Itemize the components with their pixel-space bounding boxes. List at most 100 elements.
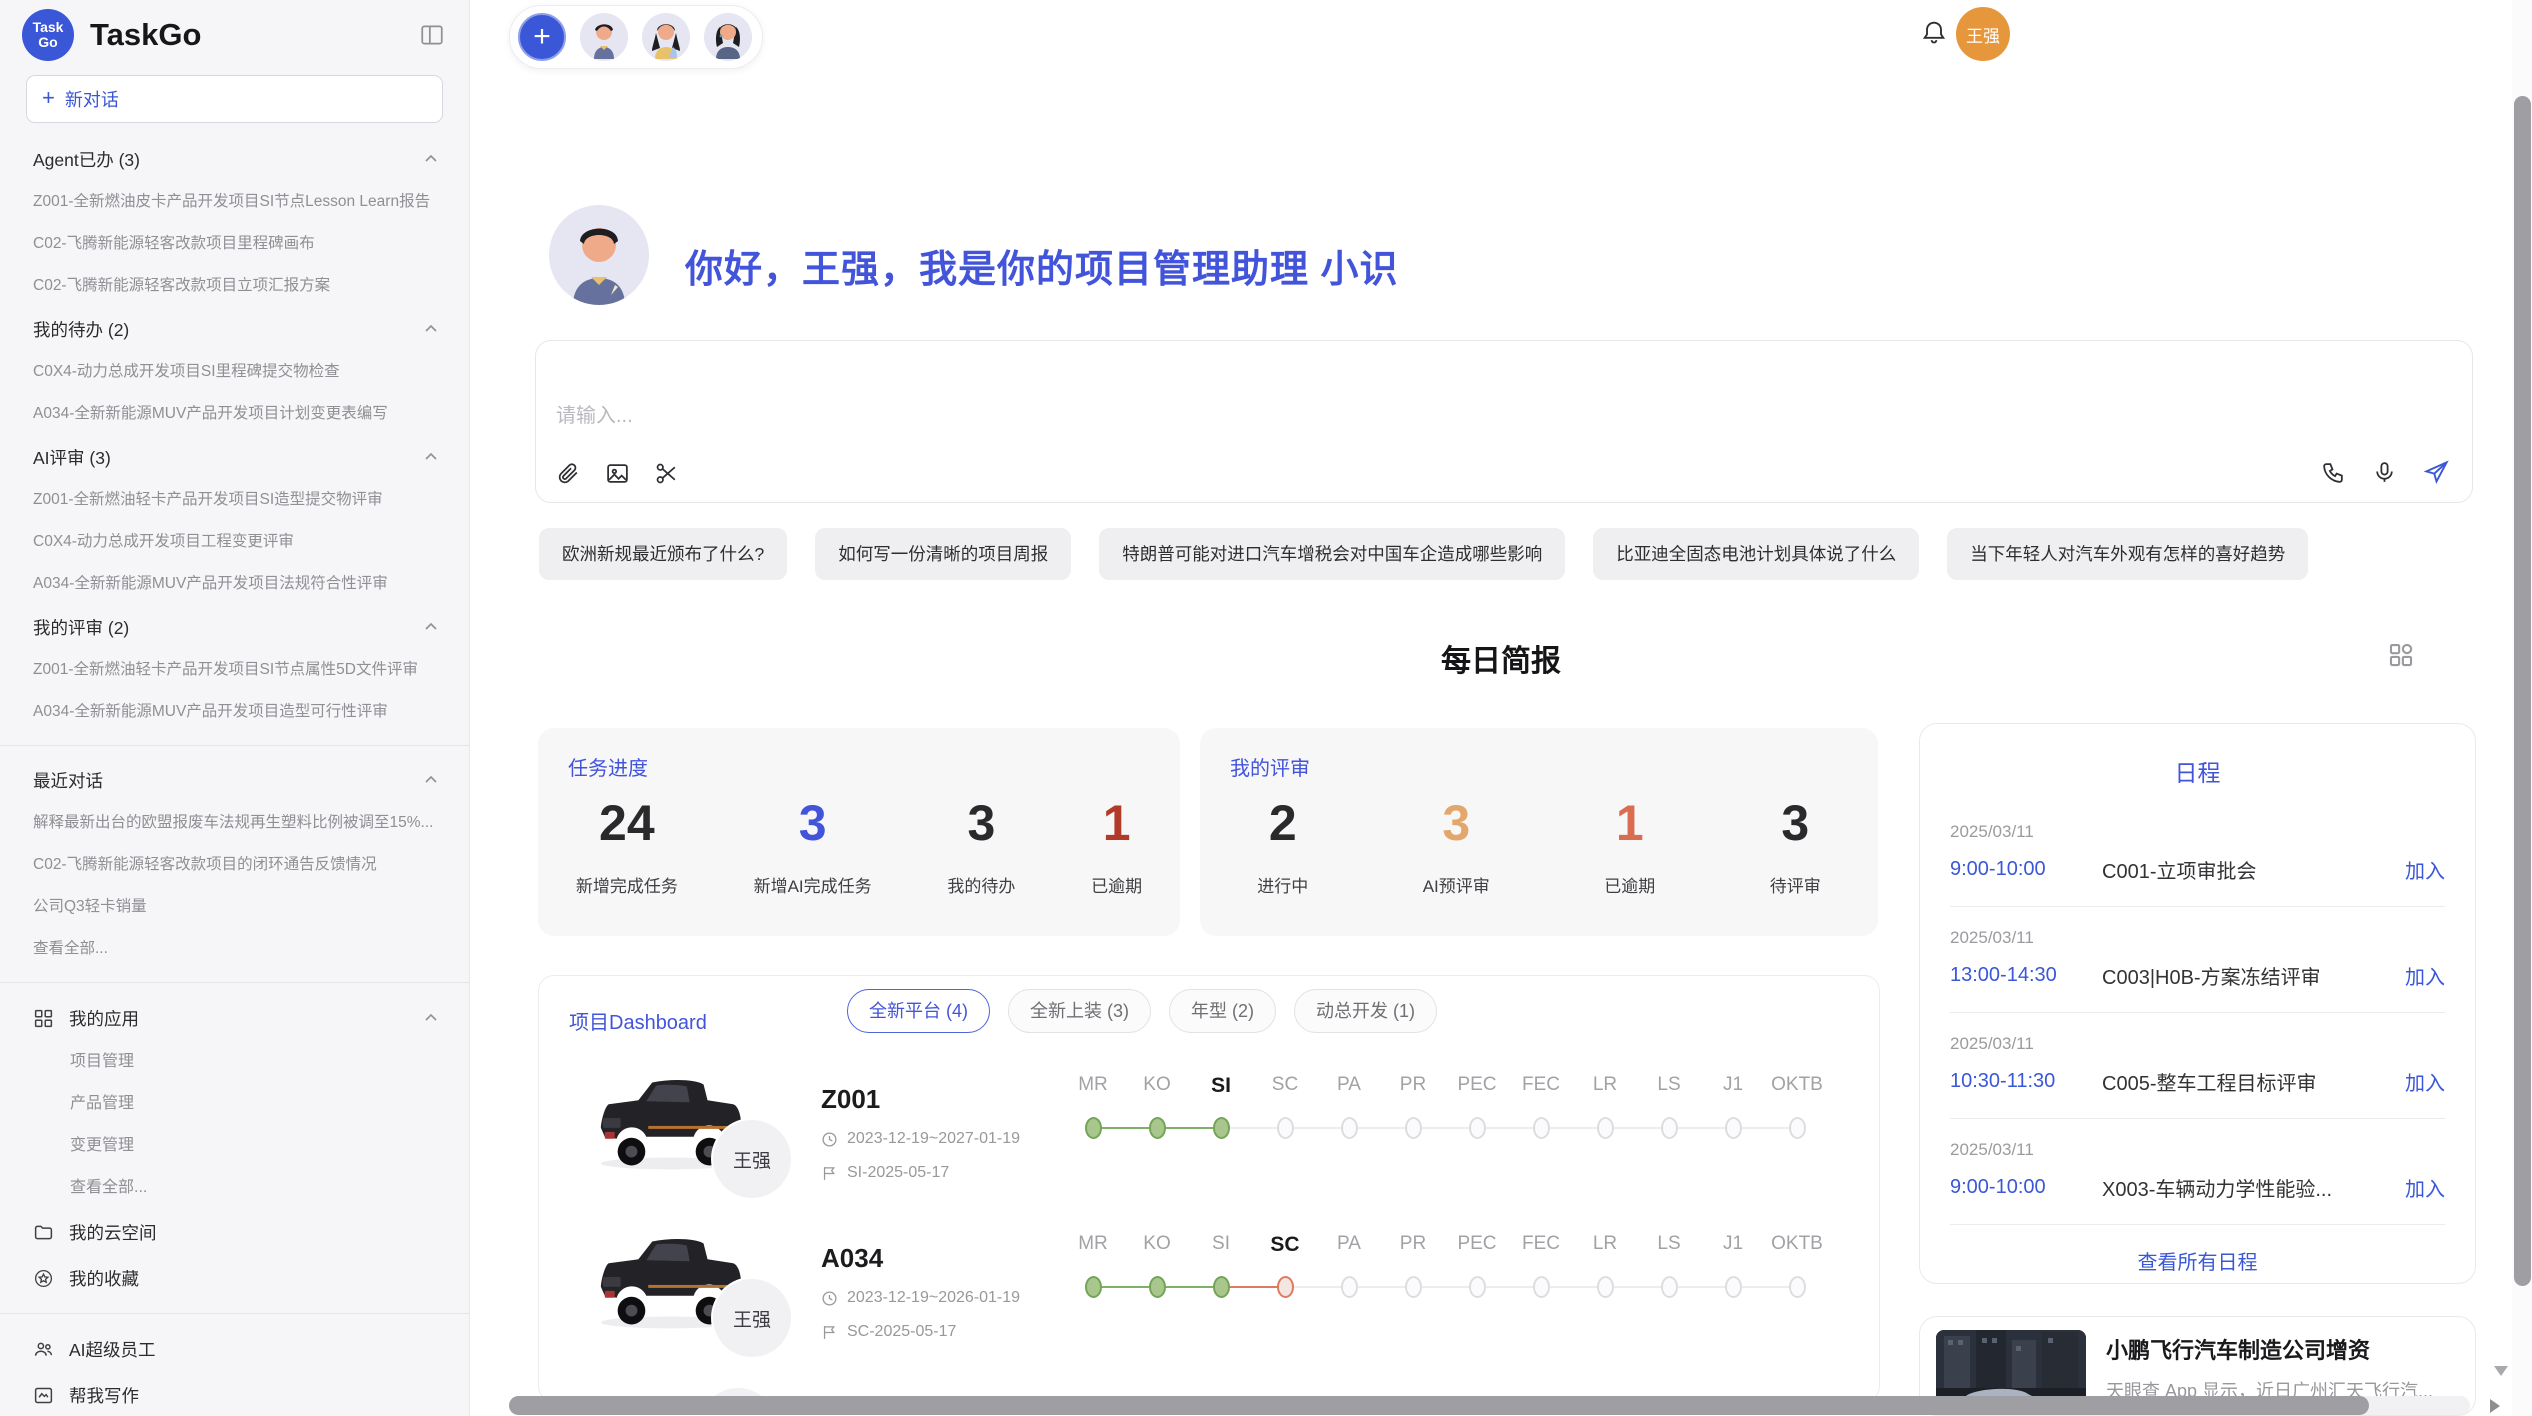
avatar[interactable]: [642, 13, 690, 61]
send-icon[interactable]: [2423, 459, 2450, 486]
suggestion-chip[interactable]: 当下年轻人对汽车外观有怎样的喜好趋势: [1947, 528, 2308, 580]
horizontal-scrollbar-thumb[interactable]: [509, 1396, 2369, 1415]
list-item[interactable]: C0X4-动力总成开发项目工程变更评审: [0, 521, 469, 563]
list-item[interactable]: Z001-全新燃油皮卡产品开发项目SI节点Lesson Learn报告: [0, 181, 469, 223]
mic-icon[interactable]: [2372, 460, 2397, 485]
milestone-dot: [1725, 1117, 1742, 1139]
sidebar-item-ai-staff[interactable]: AI超级员工: [0, 1326, 469, 1372]
project-row[interactable]: 王强 Z001 2023-12-19~2027-01-19 SI-2025-05…: [539, 1066, 1879, 1241]
milestone-dot-done: [1213, 1276, 1230, 1298]
schedule-date: 2025/03/11: [1950, 1140, 2445, 1160]
project-dates: 2023-12-19~2026-01-19: [821, 1289, 1020, 1307]
view-all-schedule-link[interactable]: 查看所有日程: [1920, 1246, 2475, 1275]
suggestion-chip[interactable]: 特朗普可能对进口汽车增税会对中国车企造成哪些影响: [1099, 528, 1565, 580]
milestone-dot: [1789, 1117, 1806, 1139]
image-icon[interactable]: [605, 461, 630, 486]
divider: [0, 1313, 469, 1314]
list-item[interactable]: Z001-全新燃油轻卡产品开发项目SI节点属性5D文件评审: [0, 649, 469, 691]
view-all-link[interactable]: 查看全部...: [0, 928, 469, 970]
milestone-dot-done: [1085, 1276, 1102, 1298]
join-link[interactable]: 加入: [2405, 855, 2445, 884]
sidebar-item-project-mgmt[interactable]: 项目管理: [0, 1041, 469, 1083]
section-header-agent-done[interactable]: Agent已办 (3): [0, 137, 469, 181]
logo-text-bottom: Go: [38, 35, 57, 50]
join-link[interactable]: 加入: [2405, 1173, 2445, 1202]
add-agent-button[interactable]: +: [518, 13, 566, 61]
section-header-ai-review[interactable]: AI评审 (3): [0, 435, 469, 479]
milestone-dot: [1405, 1276, 1422, 1298]
view-all-link[interactable]: 查看全部...: [0, 1167, 469, 1209]
tab-year-model[interactable]: 年型 (2): [1169, 989, 1276, 1033]
scroll-down-icon[interactable]: [2494, 1366, 2508, 1376]
join-link[interactable]: 加入: [2405, 961, 2445, 990]
stat: 3待评审: [1770, 794, 1821, 897]
list-item[interactable]: Z001-全新燃油轻卡产品开发项目SI造型提交物评审: [0, 479, 469, 521]
milestone-dot: [1597, 1276, 1614, 1298]
phone-icon[interactable]: [2321, 460, 2346, 485]
chevron-up-icon[interactable]: [423, 619, 439, 635]
list-item[interactable]: C02-飞腾新能源轻客改款项目的闭环通告反馈情况: [0, 844, 469, 886]
avatar[interactable]: [580, 13, 628, 61]
section-header-recent[interactable]: 最近对话: [0, 758, 469, 802]
milestone-label: LR: [1573, 1233, 1637, 1257]
dashboard-tabs: 全新平台 (4) 全新上装 (3) 年型 (2) 动总开发 (1): [847, 989, 1437, 1033]
chevron-up-icon[interactable]: [423, 449, 439, 465]
layout-grid-icon[interactable]: [2386, 640, 2416, 670]
chat-input[interactable]: [536, 341, 2472, 449]
list-item[interactable]: 公司Q3轻卡销量: [0, 886, 469, 928]
schedule-date: 2025/03/11: [1950, 928, 2445, 948]
list-item[interactable]: C0X4-动力总成开发项目SI里程碑提交物检查: [0, 351, 469, 393]
daily-brief-title: 每日简报: [470, 636, 2532, 680]
project-flag: SI-2025-05-17: [821, 1164, 949, 1182]
chevron-up-icon[interactable]: [423, 321, 439, 337]
schedule-title: 日程: [1920, 754, 2475, 788]
list-item[interactable]: 解释最新出台的欧盟报废车法规再生塑料比例被调至15%...: [0, 802, 469, 844]
vertical-scrollbar[interactable]: [2512, 0, 2532, 1416]
avatar[interactable]: [704, 13, 752, 61]
sidebar-item-help-write[interactable]: 帮我写作: [0, 1372, 469, 1416]
new-chat-button[interactable]: + 新对话: [26, 75, 443, 123]
sidebar-item-change-mgmt[interactable]: 变更管理: [0, 1125, 469, 1167]
vertical-scrollbar-thumb[interactable]: [2514, 96, 2531, 1286]
sidebar-item-my-apps[interactable]: 我的应用: [0, 995, 469, 1041]
flag-icon: [821, 1165, 838, 1182]
flag-text: SC-2025-05-17: [847, 1323, 956, 1341]
sidebar-item-favorites[interactable]: 我的收藏: [0, 1255, 469, 1301]
list-item[interactable]: C02-飞腾新能源轻客改款项目立项汇报方案: [0, 265, 469, 307]
tab-all-new-platform[interactable]: 全新平台 (4): [847, 989, 990, 1033]
paperclip-icon[interactable]: [556, 461, 581, 486]
sidebar-item-product-mgmt[interactable]: 产品管理: [0, 1083, 469, 1125]
milestone-dot: [1277, 1117, 1294, 1139]
milestone-dot: [1469, 1117, 1486, 1139]
chevron-up-icon[interactable]: [423, 1010, 439, 1026]
notification-bell-icon[interactable]: [1920, 18, 1948, 46]
list-item[interactable]: C02-飞腾新能源轻客改款项目里程碑画布: [0, 223, 469, 265]
scroll-right-icon[interactable]: [2490, 1399, 2500, 1413]
list-item[interactable]: A034-全新新能源MUV产品开发项目计划变更表编写: [0, 393, 469, 435]
sidebar-collapse-icon[interactable]: [419, 22, 445, 48]
section-header-my-review[interactable]: 我的评审 (2): [0, 605, 469, 649]
sidebar-item-cloud-space[interactable]: 我的云空间: [0, 1209, 469, 1255]
list-item[interactable]: A034-全新新能源MUV产品开发项目造型可行性评审: [0, 691, 469, 733]
suggestion-chip[interactable]: 如何写一份清晰的项目周报: [815, 528, 1071, 580]
divider: [1950, 1012, 2445, 1013]
stat: 2进行中: [1257, 794, 1308, 897]
project-flag: SC-2025-05-17: [821, 1323, 956, 1341]
suggestion-chip[interactable]: 比亚迪全固态电池计划具体说了什么: [1593, 528, 1919, 580]
stat-value: 1: [1604, 794, 1655, 852]
suggestion-chip[interactable]: 欧洲新规最近颁布了什么?: [539, 528, 787, 580]
tab-powertrain[interactable]: 动总开发 (1): [1294, 989, 1437, 1033]
scissors-icon[interactable]: [654, 461, 679, 486]
chevron-up-icon[interactable]: [423, 772, 439, 788]
milestone-label: KO: [1125, 1233, 1189, 1257]
project-row[interactable]: 王强 A034 2023-12-19~2026-01-19 SC-2025-05…: [539, 1225, 1879, 1400]
horizontal-scrollbar[interactable]: [509, 1396, 2470, 1415]
list-item[interactable]: A034-全新新能源MUV产品开发项目法规符合性评审: [0, 563, 469, 605]
section-header-my-todo[interactable]: 我的待办 (2): [0, 307, 469, 351]
user-avatar[interactable]: 王强: [1956, 7, 2010, 61]
tab-new-body[interactable]: 全新上装 (3): [1008, 989, 1151, 1033]
join-link[interactable]: 加入: [2405, 1067, 2445, 1096]
chevron-up-icon[interactable]: [423, 151, 439, 167]
milestone-label: MR: [1061, 1074, 1125, 1098]
stat: 3AI预评审: [1423, 794, 1490, 897]
